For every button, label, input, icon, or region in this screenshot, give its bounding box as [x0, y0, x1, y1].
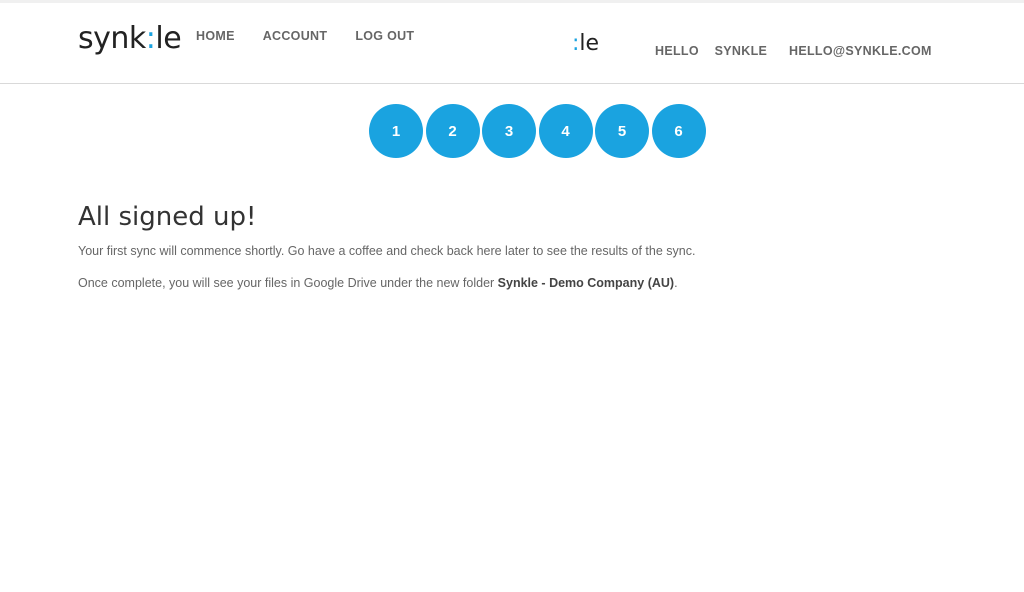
step-6: 6 — [651, 104, 706, 158]
main-nav: HOME ACCOUNT LOG OUT — [196, 29, 442, 43]
main-content: All signed up! Your first sync will comm… — [78, 202, 958, 290]
nav-account-link[interactable]: ACCOUNT — [263, 29, 328, 43]
user-greeting: HELLO SYNKLE — [655, 44, 767, 58]
step-1: 1 — [369, 104, 423, 158]
greeting-label: HELLO — [655, 44, 699, 58]
user-name: SYNKLE — [714, 44, 768, 58]
sync-message: Your first sync will commence shortly. G… — [78, 244, 696, 258]
step-4: 4 — [538, 104, 593, 158]
site-header: synk:le HOME ACCOUNT LOG OUT :le HELLO S… — [0, 3, 1024, 84]
step-2: 2 — [425, 104, 480, 158]
progress-steps: 1 2 3 4 5 6 — [369, 104, 708, 158]
folder-message-suffix: . — [674, 276, 678, 290]
step-5: 5 — [595, 104, 649, 158]
folder-message: Once complete, you will see your files i… — [78, 276, 958, 290]
user-email: HELLO@SYNKLE.COM — [789, 44, 932, 58]
folder-message-prefix: Once complete, you will see your files i… — [78, 276, 498, 290]
synkle-logo[interactable]: synk:le — [78, 21, 182, 56]
folder-name: Synkle - Demo Company (AU) — [497, 276, 675, 290]
nav-logout-link[interactable]: LOG OUT — [355, 29, 414, 43]
step-3: 3 — [482, 104, 536, 158]
nav-home-link[interactable]: HOME — [196, 29, 235, 43]
company-logo-icon: :le — [572, 31, 600, 56]
page-title: All signed up! — [78, 202, 257, 232]
